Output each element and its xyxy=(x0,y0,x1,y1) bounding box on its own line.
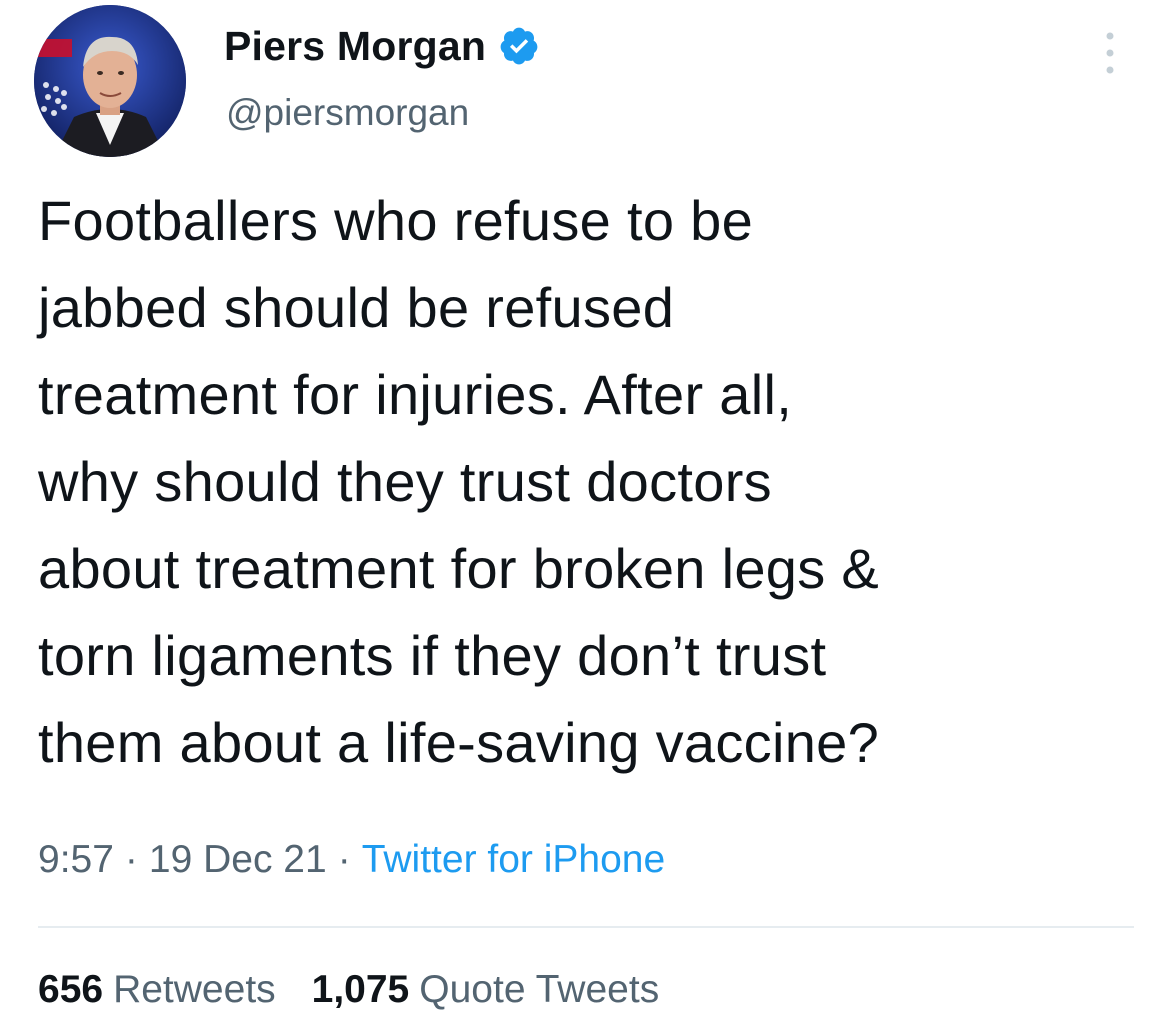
tweet-text-line: treatment for injuries. After all, xyxy=(38,363,793,426)
author-avatar[interactable] xyxy=(34,5,186,157)
avatar-photo-icon xyxy=(34,5,186,157)
author-name-row: Piers Morgan xyxy=(224,18,540,74)
tweet-text-line: jabbed should be refused xyxy=(38,276,675,339)
divider xyxy=(38,926,1134,928)
retweets-stat[interactable]: 656 Retweets xyxy=(38,968,276,1012)
tweet-stats: 656 Retweets 1,075 Quote Tweets xyxy=(38,968,659,1012)
quote-tweets-label: Quote Tweets xyxy=(419,968,660,1011)
tweet-time[interactable]: 9:57 xyxy=(38,838,114,882)
tweet-text-line: why should they trust doctors xyxy=(38,450,772,513)
tweet-text-line: them about a life-saving vaccine? xyxy=(38,711,880,774)
meta-separator: · xyxy=(124,838,138,881)
quote-tweets-count: 1,075 xyxy=(311,968,410,1011)
author-handle[interactable]: @piersmorgan xyxy=(226,92,469,134)
more-options-icon[interactable] xyxy=(1098,28,1122,78)
retweets-count: 656 xyxy=(38,968,104,1011)
tweet-card: Piers Morgan @piersmorgan Footballers wh… xyxy=(0,0,1170,1026)
retweets-label: Retweets xyxy=(113,968,276,1011)
meta-separator: · xyxy=(337,838,351,881)
tweet-text-line: torn ligaments if they don’t trust xyxy=(38,624,827,687)
tweet-date[interactable]: 19 Dec 21 xyxy=(149,838,327,882)
tweet-text-line: Footballers who refuse to be xyxy=(38,189,754,252)
tweet-metadata: 9:57 · 19 Dec 21 · Twitter for iPhone xyxy=(38,838,665,882)
quote-tweets-stat[interactable]: 1,075 Quote Tweets xyxy=(312,968,660,1012)
tweet-text-line: about treatment for broken legs & xyxy=(38,537,880,600)
tweet-body: Footballers who refuse to be jabbed shou… xyxy=(38,177,1138,786)
author-display-name[interactable]: Piers Morgan xyxy=(224,23,486,70)
tweet-source-link[interactable]: Twitter for iPhone xyxy=(362,838,665,882)
verified-badge-icon xyxy=(498,25,540,67)
